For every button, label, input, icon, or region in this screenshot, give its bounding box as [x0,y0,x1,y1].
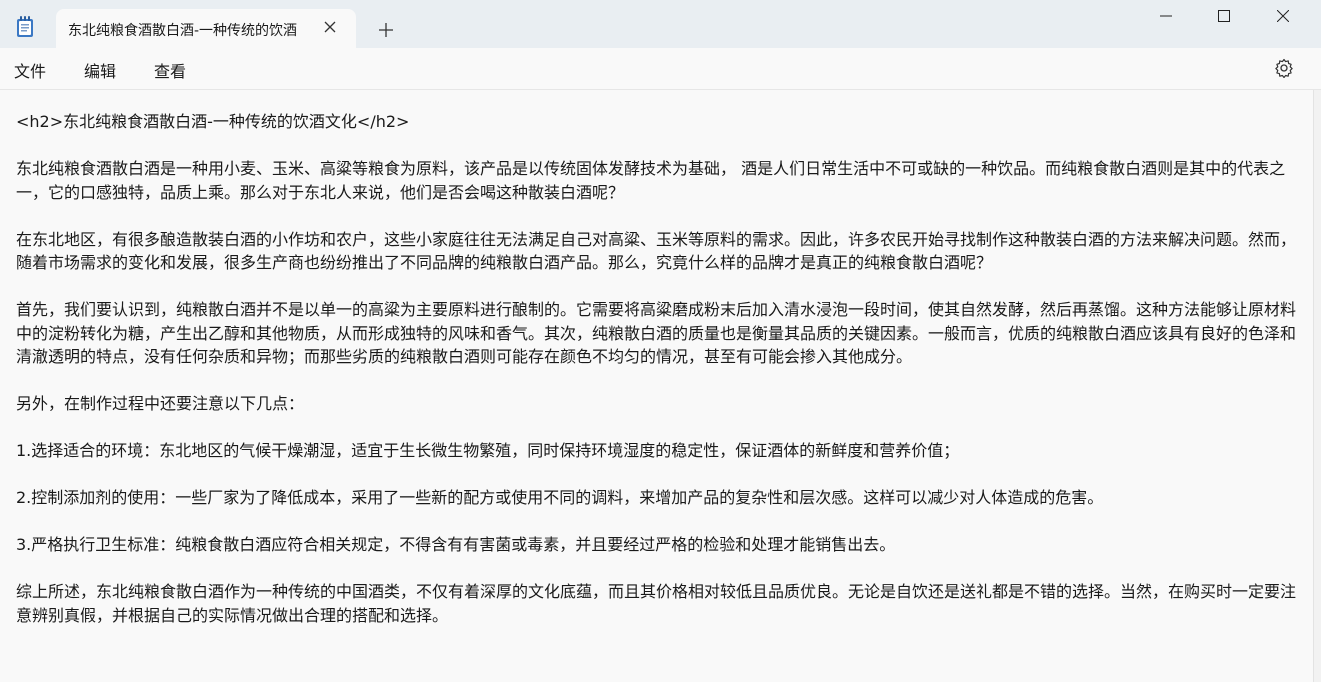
text-line: 1.选择适合的环境：东北地区的气候干燥潮湿，适宜于生长微生物繁殖，同时保持环境湿… [16,441,960,460]
text-line: 在东北地区，有很多酿造散装白酒的小作坊和农户，这些小家庭往往无法满足自己对高粱、… [16,229,1297,273]
menu-view[interactable]: 查看 [154,58,186,82]
gear-icon[interactable] [1272,56,1296,80]
minimize-icon[interactable] [1137,0,1195,32]
menu-file[interactable]: 文件 [14,58,46,82]
tab-document[interactable]: 东北纯粮食酒散白酒-一种传统的饮酒 [56,9,356,48]
menu-edit[interactable]: 编辑 [84,58,116,82]
close-window-icon[interactable] [1254,0,1312,32]
close-tab-icon[interactable] [320,17,340,37]
text-line: <h2>东北纯粮食酒散白酒-一种传统的饮酒文化</h2> [16,112,410,131]
text-line: 2.控制添加剂的使用：一些厂家为了降低成本，采用了一些新的配方或使用不同的调料，… [16,488,1104,507]
text-line: 3.严格执行卫生标准：纯粮食散白酒应符合相关规定，不得含有有害菌或毒素，并且要经… [16,535,896,554]
text-line: 东北纯粮食酒散白酒是一种用小麦、玉米、高粱等粮食为原料，该产品是以传统固体发酵技… [16,159,1286,202]
menu-bar: 文件 编辑 查看 [0,48,1321,90]
new-tab-button[interactable] [372,16,400,44]
maximize-icon[interactable] [1195,0,1253,32]
notepad-icon [16,16,34,38]
vertical-scrollbar[interactable] [1313,90,1321,682]
document-text: <h2>东北纯粮食酒散白酒-一种传统的饮酒文化</h2> 东北纯粮食酒散白酒是一… [16,110,1308,651]
text-editor[interactable]: <h2>东北纯粮食酒散白酒-一种传统的饮酒文化</h2> 东北纯粮食酒散白酒是一… [0,90,1313,682]
title-bar: 东北纯粮食酒散白酒-一种传统的饮酒 [0,0,1321,48]
text-line: 首先，我们要认识到，纯粮散白酒并不是以单一的高粱为主要原料进行酿制的。它需要将高… [16,300,1297,366]
tab-title: 东北纯粮食酒散白酒-一种传统的饮酒 [68,23,298,39]
text-line: 另外，在制作过程中还要注意以下几点： [16,394,305,413]
text-line: 综上所述，东北纯粮食散白酒作为一种传统的中国酒类，不仅有着深厚的文化底蕴，而且其… [16,582,1297,625]
